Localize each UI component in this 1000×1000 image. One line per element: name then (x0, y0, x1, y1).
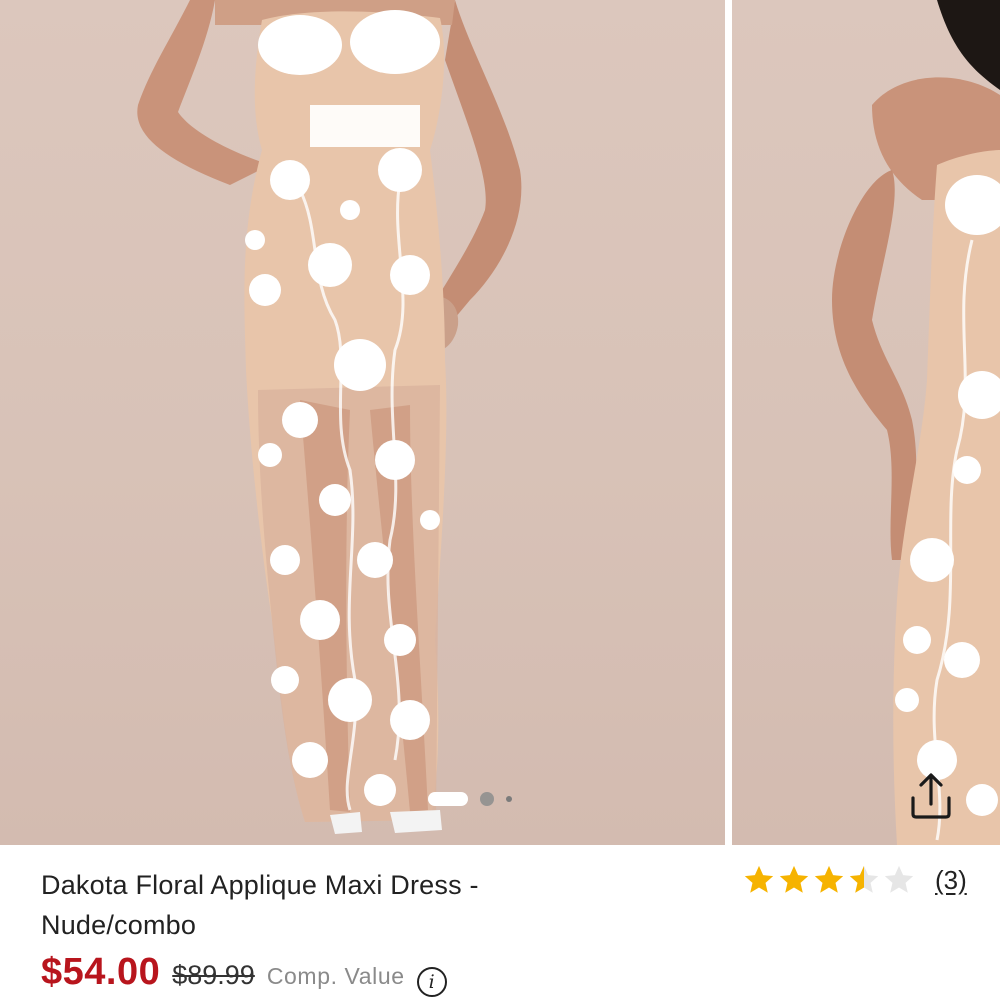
share-icon (911, 773, 951, 819)
product-title-line-1: Dakota Floral Applique Maxi Dress - (41, 870, 479, 900)
original-price: $89.99 (172, 960, 255, 990)
pagination-dot-active[interactable] (428, 792, 468, 806)
review-count-link[interactable]: (3) (935, 865, 967, 896)
carousel-pagination (428, 791, 512, 807)
price-row: $54.00 $89.99 Comp. Value i (41, 951, 447, 997)
model-front-illustration (137, 0, 522, 834)
pagination-dot[interactable] (506, 796, 512, 802)
product-rating[interactable]: (3) (742, 863, 967, 897)
product-title-line-2: Nude/combo (41, 910, 197, 940)
product-title: Dakota Floral Applique Maxi Dress - Nude… (41, 865, 601, 945)
product-photo-side[interactable] (732, 0, 1000, 845)
star-icon-filled (744, 865, 774, 893)
star-icon-filled (779, 865, 809, 893)
share-button[interactable] (902, 768, 960, 824)
product-info: Dakota Floral Applique Maxi Dress - Nude… (0, 845, 1000, 1000)
info-icon[interactable]: i (416, 967, 447, 997)
product-image-gallery[interactable] (0, 0, 1000, 845)
star-icon-filled (814, 865, 844, 893)
pagination-dot[interactable] (480, 792, 494, 806)
product-photo-front[interactable] (0, 0, 725, 845)
comp-value-label: Comp. Value (266, 963, 405, 989)
star-icon-half (849, 865, 879, 893)
model-side-illustration (832, 0, 1000, 845)
star-icon-empty (884, 865, 914, 893)
sale-price: $54.00 (41, 951, 161, 993)
